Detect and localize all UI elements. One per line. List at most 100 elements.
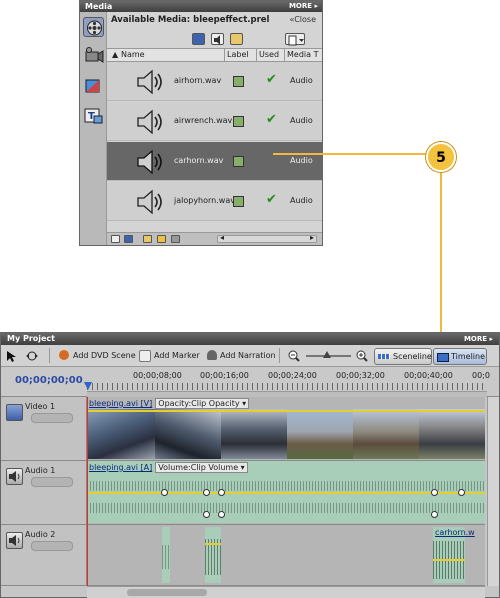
scroll-left-icon[interactable]: ◂ xyxy=(220,233,224,242)
track-header-video1[interactable]: Video 1 xyxy=(1,397,87,461)
effects-icon[interactable] xyxy=(83,76,104,96)
volume-keyframe[interactable] xyxy=(203,489,210,496)
media-footer-toolbar: ◂ ▸ xyxy=(107,232,322,245)
list-view-icon[interactable] xyxy=(111,235,120,243)
waveform xyxy=(87,481,485,491)
media-panel-header[interactable]: Media MORE ▸ xyxy=(80,1,322,12)
carhorn-clip[interactable]: carhorn.w xyxy=(433,527,475,583)
toolbar-divider xyxy=(279,348,280,363)
audio1-clip[interactable]: bleeping.avi [A] Volume:Clip Volume ▾ xyxy=(87,461,485,523)
media-item[interactable]: jalopyhorn.wav ✔ Audio xyxy=(107,182,322,221)
toolbar-divider xyxy=(49,348,50,363)
keyframe-nav[interactable] xyxy=(31,413,73,423)
ruler-tick-label: 00;00;24;00 xyxy=(268,371,317,380)
more-menu-button[interactable]: MORE ▸ xyxy=(289,1,318,12)
time-ruler-row: 00;00;00;00 00;00;08;00 00;00;16;00 00;0… xyxy=(1,367,499,397)
clip-label[interactable]: bleeping.avi [V] Opacity:Clip Opacity ▾ xyxy=(89,398,250,409)
playhead-line[interactable] xyxy=(87,397,88,586)
video-filter-icon[interactable] xyxy=(192,33,205,45)
track-header-audio1[interactable]: Audio 1 xyxy=(1,461,87,525)
volume-line[interactable] xyxy=(205,543,221,545)
column-media-type[interactable]: Media T xyxy=(287,50,318,59)
film-reel-icon[interactable] xyxy=(83,17,104,37)
current-timecode[interactable]: 00;00;00;00 xyxy=(15,375,83,386)
trash-icon[interactable] xyxy=(171,235,180,243)
dvd-scene-icon xyxy=(59,350,69,360)
media-horizontal-scrollbar[interactable]: ◂ ▸ xyxy=(217,233,317,243)
time-stretch-tool-icon[interactable] xyxy=(25,350,39,362)
track-header-audio2[interactable]: Audio 2 xyxy=(1,525,87,586)
sort-arrow-icon[interactable]: ▲ xyxy=(112,50,118,59)
effect-dropdown[interactable]: Opacity:Clip Opacity ▾ xyxy=(155,398,250,409)
scroll-thumb[interactable] xyxy=(127,589,207,596)
add-marker-button[interactable]: Add Marker xyxy=(154,351,200,360)
video-track-scrollbar[interactable] xyxy=(487,397,499,461)
selection-tool-icon[interactable] xyxy=(6,350,16,362)
icon-view-icon[interactable] xyxy=(124,235,133,243)
scroll-right-icon[interactable]: ▸ xyxy=(310,233,314,242)
new-folder-icon[interactable] xyxy=(143,235,152,243)
clip-label[interactable]: carhorn.w xyxy=(435,528,475,537)
opacity-line[interactable] xyxy=(87,410,485,412)
audio1-track: bleeping.avi [A] Volume:Clip Volume ▾ xyxy=(87,461,485,525)
audio-filter-icon[interactable] xyxy=(211,33,224,45)
media-panel: Media MORE ▸ T Available Media: bleepeff… xyxy=(79,0,323,246)
column-used[interactable]: Used xyxy=(259,50,279,59)
video-thumbnail xyxy=(353,409,420,459)
video1-clip[interactable]: bleeping.avi [V] Opacity:Clip Opacity ▾ xyxy=(87,397,485,461)
zoom-slider-handle[interactable] xyxy=(323,351,331,358)
project-panel-header[interactable]: My Project MORE ▸ xyxy=(1,333,499,345)
sceneline-button[interactable]: Sceneline xyxy=(374,348,432,365)
volume-keyframe[interactable] xyxy=(161,489,168,496)
volume-keyframe[interactable] xyxy=(431,511,438,518)
media-item-type: Audio xyxy=(290,76,313,85)
keyframe-nav[interactable] xyxy=(31,541,73,551)
speaker-icon xyxy=(137,69,162,95)
label-color-box[interactable] xyxy=(233,76,244,87)
new-item-icon[interactable] xyxy=(285,33,305,46)
time-ruler[interactable]: 00;00;08;00 00;00;16;00 00;00;24;00 00;0… xyxy=(84,367,490,397)
label-color-box[interactable] xyxy=(233,116,244,127)
column-label[interactable]: Label xyxy=(227,50,249,59)
volume-line[interactable] xyxy=(87,492,485,494)
zoom-in-icon[interactable] xyxy=(356,350,368,362)
zoom-slider[interactable] xyxy=(306,351,351,358)
project-panel: My Project MORE ▸ Add DVD Scene Add Mark… xyxy=(0,332,500,598)
sceneline-icon xyxy=(378,354,390,359)
playhead-handle[interactable] xyxy=(84,382,92,390)
zoom-out-icon[interactable] xyxy=(288,350,300,362)
more-menu-button[interactable]: MORE ▸ xyxy=(464,333,493,345)
audio2-clip[interactable] xyxy=(205,527,221,583)
volume-keyframe[interactable] xyxy=(431,489,438,496)
column-name[interactable]: Name xyxy=(121,50,145,59)
timeline-button[interactable]: Timeline xyxy=(433,348,487,365)
media-item-selected[interactable]: carhorn.wav Audio xyxy=(107,142,322,181)
timeline-horizontal-scrollbar[interactable] xyxy=(87,586,485,598)
image-filter-icon[interactable] xyxy=(230,33,243,45)
audio-track-scrollbar[interactable] xyxy=(487,461,499,586)
label-color-box[interactable] xyxy=(233,196,244,207)
project-panel-title: My Project xyxy=(7,334,55,343)
keyframe-nav[interactable] xyxy=(31,477,73,487)
volume-keyframe[interactable] xyxy=(218,489,225,496)
clip-label[interactable]: bleeping.avi [A] Volume:Clip Volume ▾ xyxy=(89,462,248,473)
add-dvd-scene-button[interactable]: Add DVD Scene xyxy=(73,351,136,360)
speaker-icon xyxy=(137,149,162,175)
media-item[interactable]: airhorn.wav ✔ Audio xyxy=(107,62,322,101)
step-callout: 5 xyxy=(426,142,456,172)
add-narration-button[interactable]: Add Narration xyxy=(220,351,276,360)
camcorder-icon[interactable] xyxy=(83,46,104,66)
media-sidebar: T xyxy=(80,12,107,245)
volume-keyframe[interactable] xyxy=(218,511,225,518)
volume-keyframe[interactable] xyxy=(458,489,465,496)
folder-icon[interactable] xyxy=(157,235,166,243)
label-color-box[interactable] xyxy=(233,156,244,167)
volume-keyframe[interactable] xyxy=(203,511,210,518)
close-button[interactable]: «Close xyxy=(289,15,316,24)
titles-icon[interactable]: T xyxy=(83,106,104,126)
volume-line[interactable] xyxy=(433,559,465,561)
media-item[interactable]: airwrench.wav ✔ Audio xyxy=(107,102,322,141)
effect-dropdown[interactable]: Volume:Clip Volume ▾ xyxy=(155,462,248,473)
video-track-icon xyxy=(6,404,23,421)
audio2-clip[interactable] xyxy=(162,527,170,583)
